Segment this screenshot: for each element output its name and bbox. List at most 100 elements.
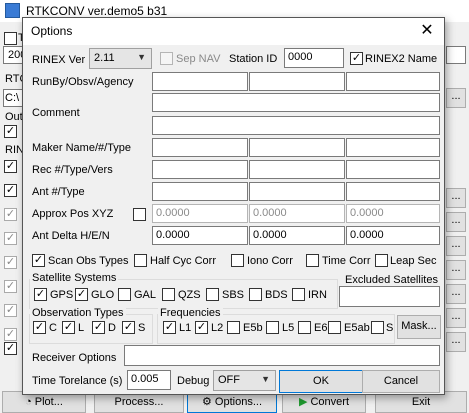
close-icon[interactable]: ✕ [418, 22, 436, 40]
ok-button[interactable]: OK [279, 370, 363, 393]
bg-checkbox[interactable]: ✓ [4, 256, 17, 269]
ant-label: Ant #/Type [32, 186, 85, 198]
chevron-down-icon: ▼ [261, 374, 270, 384]
freq-e5b-checkbox[interactable] [227, 321, 240, 334]
station-id-input[interactable]: 0000 [284, 48, 344, 68]
leap-sec-checkbox[interactable] [375, 254, 388, 267]
maker-number-input[interactable] [249, 138, 345, 157]
bg-browse-button[interactable]: ... [446, 188, 466, 208]
irn-checkbox[interactable] [292, 288, 305, 301]
agency-input[interactable] [346, 72, 440, 91]
bg-browse-button[interactable]: ... [446, 332, 466, 352]
approx-pos-x-input[interactable]: 0.0000 [152, 204, 248, 223]
time-corr-checkbox[interactable] [306, 254, 319, 267]
approx-pos-z-input[interactable]: 0.0000 [346, 204, 440, 223]
gal-checkbox[interactable] [118, 288, 131, 301]
bg-checkbox[interactable]: ✓ [4, 208, 17, 221]
maker-name-input[interactable] [152, 138, 248, 157]
convert-button-label: Convert [310, 396, 350, 408]
gps-checkbox[interactable]: ✓ [34, 288, 47, 301]
freq-l5-checkbox[interactable] [266, 321, 279, 334]
ant-extra-input[interactable] [346, 182, 440, 201]
bg-field-right[interactable] [446, 46, 466, 64]
glo-label: GLO [91, 289, 115, 301]
freq-e5ab-label: E5ab [344, 322, 370, 334]
ant-type-input[interactable] [249, 182, 345, 201]
ant-delta-e-input[interactable]: 0.0000 [249, 226, 345, 245]
bg-label-out: Out [5, 111, 23, 123]
bg-checkbox[interactable]: ✓ [4, 280, 17, 293]
bds-checkbox[interactable] [249, 288, 262, 301]
obs-d-checkbox[interactable]: ✓ [92, 321, 105, 334]
rec-vers-input[interactable] [346, 160, 440, 179]
half-cyc-checkbox[interactable] [134, 254, 147, 267]
bg-checkbox[interactable]: ✓ [4, 232, 17, 245]
rinex2-name-checkbox[interactable]: ✓ [350, 52, 363, 65]
bg-checkbox[interactable]: ✓ [4, 328, 17, 341]
main-window-title: RTKCONV ver.demo5 b31 [26, 4, 168, 18]
receiver-options-label: Receiver Options [32, 352, 117, 364]
sbs-label: SBS [222, 289, 245, 301]
freq-e5ab-checkbox[interactable] [328, 321, 341, 334]
glo-checkbox[interactable]: ✓ [75, 288, 88, 301]
freq-l1-checkbox[interactable]: ✓ [163, 321, 176, 334]
bg-browse-button[interactable]: ... [446, 88, 466, 108]
obs-d-label: D [108, 322, 116, 334]
maker-type-input[interactable] [346, 138, 440, 157]
approx-pos-checkbox[interactable] [133, 208, 146, 221]
ant-delta-label: Ant Delta H/E/N [32, 230, 110, 242]
bg-checkbox[interactable] [4, 32, 17, 45]
bg-browse-button[interactable]: ... [446, 212, 466, 232]
debug-select[interactable]: OFF ▼ [213, 370, 276, 391]
obsv-input[interactable] [249, 72, 345, 91]
rinex-ver-select[interactable]: 2.11 ▼ [89, 48, 152, 69]
sbs-checkbox[interactable] [206, 288, 219, 301]
sep-nav-checkbox[interactable] [160, 52, 173, 65]
iono-corr-label: Iono Corr [247, 255, 293, 267]
bg-browse-button[interactable]: ... [446, 284, 466, 304]
obs-c-checkbox[interactable]: ✓ [33, 321, 46, 334]
bg-browse-button[interactable]: ... [446, 236, 466, 256]
rec-number-input[interactable] [152, 160, 248, 179]
bg-checkbox[interactable]: ✓ [4, 125, 17, 138]
excluded-satellites-input[interactable] [339, 286, 440, 307]
debug-label: Debug [177, 375, 210, 387]
bg-checkbox[interactable]: ✓ [4, 342, 17, 355]
obs-s-checkbox[interactable]: ✓ [122, 321, 135, 334]
comment-input-1[interactable] [152, 93, 440, 112]
ant-number-input[interactable] [152, 182, 248, 201]
qzs-checkbox[interactable] [162, 288, 175, 301]
rec-label: Rec #/Type/Vers [32, 164, 113, 176]
freq-e6-checkbox[interactable] [298, 321, 311, 334]
freq-e5b-label: E5b [243, 322, 263, 334]
runby-label: RunBy/Obsv/Agency [32, 76, 134, 88]
options-button-label: Options... [214, 396, 262, 408]
bg-checkbox[interactable]: ✓ [4, 160, 17, 173]
cancel-button[interactable]: Cancel [362, 370, 440, 393]
excluded-satellites-label: Excluded Satellites [345, 274, 438, 286]
receiver-options-input[interactable] [124, 345, 440, 366]
ant-delta-n-input[interactable]: 0.0000 [346, 226, 440, 245]
approx-pos-y-input[interactable]: 0.0000 [249, 204, 345, 223]
dialog-title: Options [31, 24, 73, 38]
ant-delta-h-input[interactable]: 0.0000 [152, 226, 248, 245]
freq-s-checkbox[interactable] [371, 321, 384, 334]
process-button-label: Process... [114, 396, 164, 408]
runby-input[interactable] [152, 72, 248, 91]
maker-label: Maker Name/#/Type [32, 142, 132, 154]
bg-browse-button[interactable]: ... [446, 260, 466, 280]
time-tolerance-input[interactable]: 0.005 [127, 370, 171, 390]
plot-icon: ◔ [25, 396, 35, 408]
scan-obs-checkbox[interactable]: ✓ [32, 254, 45, 267]
bg-checkbox[interactable]: ✓ [4, 184, 17, 197]
irn-label: IRN [308, 289, 327, 301]
obs-l-checkbox[interactable]: ✓ [62, 321, 75, 334]
iono-corr-checkbox[interactable] [231, 254, 244, 267]
bg-browse-button[interactable]: ... [446, 308, 466, 328]
obs-c-label: C [49, 322, 57, 334]
comment-input-2[interactable] [152, 116, 440, 135]
bg-checkbox[interactable]: ✓ [4, 304, 17, 317]
freq-l2-checkbox[interactable]: ✓ [195, 321, 208, 334]
mask-button[interactable]: Mask... [397, 315, 441, 339]
rec-type-input[interactable] [249, 160, 345, 179]
